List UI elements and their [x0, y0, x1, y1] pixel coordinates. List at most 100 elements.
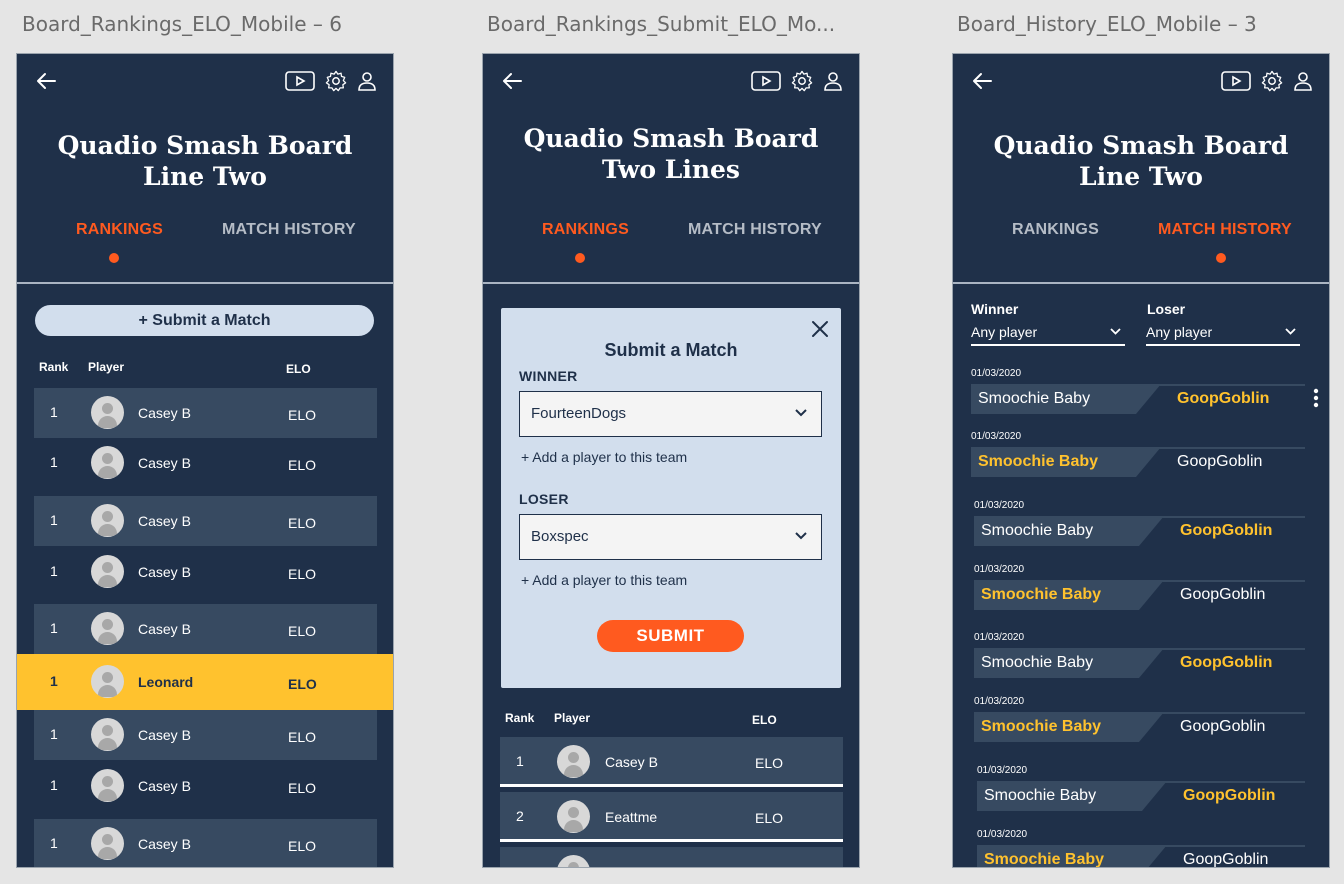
add-loser-player-link[interactable]: + Add a player to this team — [521, 572, 687, 588]
ranking-row[interactable]: 2 Eeattme ELO — [500, 792, 843, 842]
match-row[interactable]: 01/03/2020 Smoochie Baby GoopGoblin — [953, 500, 1329, 560]
player1-name: Smoochie Baby — [981, 586, 1102, 603]
avatar-placeholder-icon — [91, 769, 124, 802]
match-date: 01/03/2020 — [977, 829, 1028, 840]
rank-value: 1 — [516, 753, 524, 769]
rank-value: 1 — [50, 726, 58, 742]
column-header-player: Player — [88, 360, 125, 374]
tab-rankings[interactable]: RANKINGS — [76, 221, 163, 239]
user-icon[interactable] — [1293, 71, 1313, 91]
submit-match-button[interactable]: + Submit a Match — [35, 305, 374, 336]
winner-filter-label: Winner — [971, 301, 1019, 317]
tab-match-history[interactable]: MATCH HISTORY — [1158, 221, 1292, 239]
submit-button[interactable]: SUBMIT — [597, 620, 744, 652]
column-header-rank: Rank — [39, 360, 69, 374]
loser-select[interactable]: Boxspec — [519, 514, 822, 560]
tab-rankings[interactable]: RANKINGS — [1012, 221, 1099, 239]
match-row[interactable]: 01/03/2020 Smoochie Baby GoopGoblin — [953, 829, 1329, 868]
rank-value: 1 — [50, 835, 58, 851]
gear-icon[interactable] — [1261, 70, 1283, 92]
player2-name: GoopGoblin — [1183, 851, 1269, 868]
avatar-placeholder-icon — [91, 665, 124, 698]
chevron-down-icon — [795, 532, 807, 540]
close-icon[interactable] — [811, 320, 829, 338]
elo-value: ELO — [755, 810, 784, 826]
ranking-row[interactable]: 1 Casey B ELO — [34, 438, 377, 488]
rank-value: 1 — [50, 454, 58, 470]
tab-match-history[interactable]: MATCH HISTORY — [222, 221, 356, 239]
modal-title: Submit a Match — [604, 340, 738, 360]
avatar-placeholder-icon — [91, 612, 124, 645]
ranking-row[interactable]: 1 Casey B ELO — [34, 388, 377, 438]
frame-label-history: Board_History_ELO_Mobile – 3 — [957, 12, 1257, 36]
player1-name: Smoochie Baby — [978, 390, 1091, 407]
player-name: Casey B — [605, 754, 658, 770]
ranking-row[interactable]: 1 Casey B ELO — [34, 819, 377, 867]
match-row[interactable]: 01/03/2020 Smoochie Baby GoopGoblin — [953, 632, 1329, 692]
match-date: 01/03/2020 — [974, 564, 1025, 575]
video-play-icon[interactable] — [285, 71, 315, 91]
video-play-icon[interactable] — [751, 71, 781, 91]
match-row[interactable]: 01/03/2020 Smoochie Baby GoopGoblin — [953, 765, 1329, 825]
ranking-row[interactable]: 1 Casey B ELO — [34, 761, 377, 811]
loser-label: LOSER — [519, 491, 569, 507]
player1-name: Smoochie Baby — [978, 453, 1099, 470]
match-date: 01/03/2020 — [977, 765, 1028, 776]
ranking-row[interactable]: 1 Casey B ELO — [34, 604, 377, 654]
match-row[interactable]: 01/03/2020 Smoochie Baby GoopGoblin — [953, 368, 1329, 428]
loser-filter-select[interactable]: Any player — [1146, 324, 1300, 346]
match-row[interactable]: 01/03/2020 Smoochie Baby GoopGoblin — [953, 431, 1329, 491]
player2-name: GoopGoblin — [1177, 453, 1263, 470]
active-tab-indicator — [1216, 253, 1226, 263]
rank-value: 2 — [516, 808, 524, 824]
top-bar — [953, 54, 1329, 112]
video-play-icon[interactable] — [1221, 71, 1251, 91]
back-arrow-icon[interactable] — [971, 70, 993, 92]
frame-label-submit: Board_Rankings_Submit_ELO_Mo... — [487, 12, 836, 36]
gear-icon[interactable] — [791, 70, 813, 92]
kebab-menu-icon[interactable] — [1313, 388, 1319, 408]
rank-value: 1 — [50, 563, 58, 579]
avatar-placeholder-icon — [91, 555, 124, 588]
ranking-row[interactable]: 1 Casey B ELO — [500, 737, 843, 787]
match-row[interactable]: 01/03/2020 Smoochie Baby GoopGoblin — [953, 696, 1329, 756]
tab-rankings[interactable]: RANKINGS — [542, 221, 629, 239]
player1-name: Smoochie Baby — [981, 522, 1094, 539]
column-header-elo: ELO — [286, 362, 311, 376]
header-divider — [17, 282, 393, 284]
avatar-placeholder-icon — [91, 504, 124, 537]
board-title: Quadio Smash Board Line Two — [17, 130, 393, 192]
rank-value: 1 — [50, 620, 58, 636]
winner-select-value: FourteenDogs — [531, 405, 627, 422]
ranking-row[interactable]: 1 Casey B ELO — [34, 496, 377, 546]
user-icon[interactable] — [823, 71, 843, 91]
back-arrow-icon[interactable] — [35, 70, 57, 92]
winner-filter-select[interactable]: Any player — [971, 324, 1125, 346]
tab-match-history[interactable]: MATCH HISTORY — [688, 221, 822, 239]
rank-value: 1 — [50, 777, 58, 793]
ranking-row[interactable]: 1 Casey B ELO — [34, 547, 377, 597]
match-date: 01/03/2020 — [971, 368, 1022, 379]
player-name: Casey B — [138, 455, 191, 471]
winner-filter-value: Any player — [971, 324, 1038, 340]
ranking-row[interactable]: 1 Casey B ELO — [34, 710, 377, 760]
gear-icon[interactable] — [325, 70, 347, 92]
active-tab-indicator — [109, 253, 119, 263]
ranking-row[interactable]: 1 Leonard ELO — [17, 654, 393, 710]
chevron-down-icon — [1285, 328, 1296, 335]
winner-select[interactable]: FourteenDogs — [519, 391, 822, 437]
top-bar — [17, 54, 393, 112]
elo-value: ELO — [288, 780, 317, 796]
rankings-screen: Quadio Smash Board Line Two RANKINGS MAT… — [16, 53, 394, 868]
back-arrow-icon[interactable] — [501, 70, 523, 92]
ranking-row[interactable] — [500, 847, 843, 867]
user-icon[interactable] — [357, 71, 377, 91]
avatar-placeholder-icon — [91, 446, 124, 479]
elo-value: ELO — [288, 729, 317, 745]
add-winner-player-link[interactable]: + Add a player to this team — [521, 449, 687, 465]
match-row[interactable]: 01/03/2020 Smoochie Baby GoopGoblin — [953, 564, 1329, 624]
active-tab-indicator — [575, 253, 585, 263]
player2-name: GoopGoblin — [1180, 522, 1273, 539]
elo-value: ELO — [288, 515, 317, 531]
match-date: 01/03/2020 — [974, 632, 1025, 643]
